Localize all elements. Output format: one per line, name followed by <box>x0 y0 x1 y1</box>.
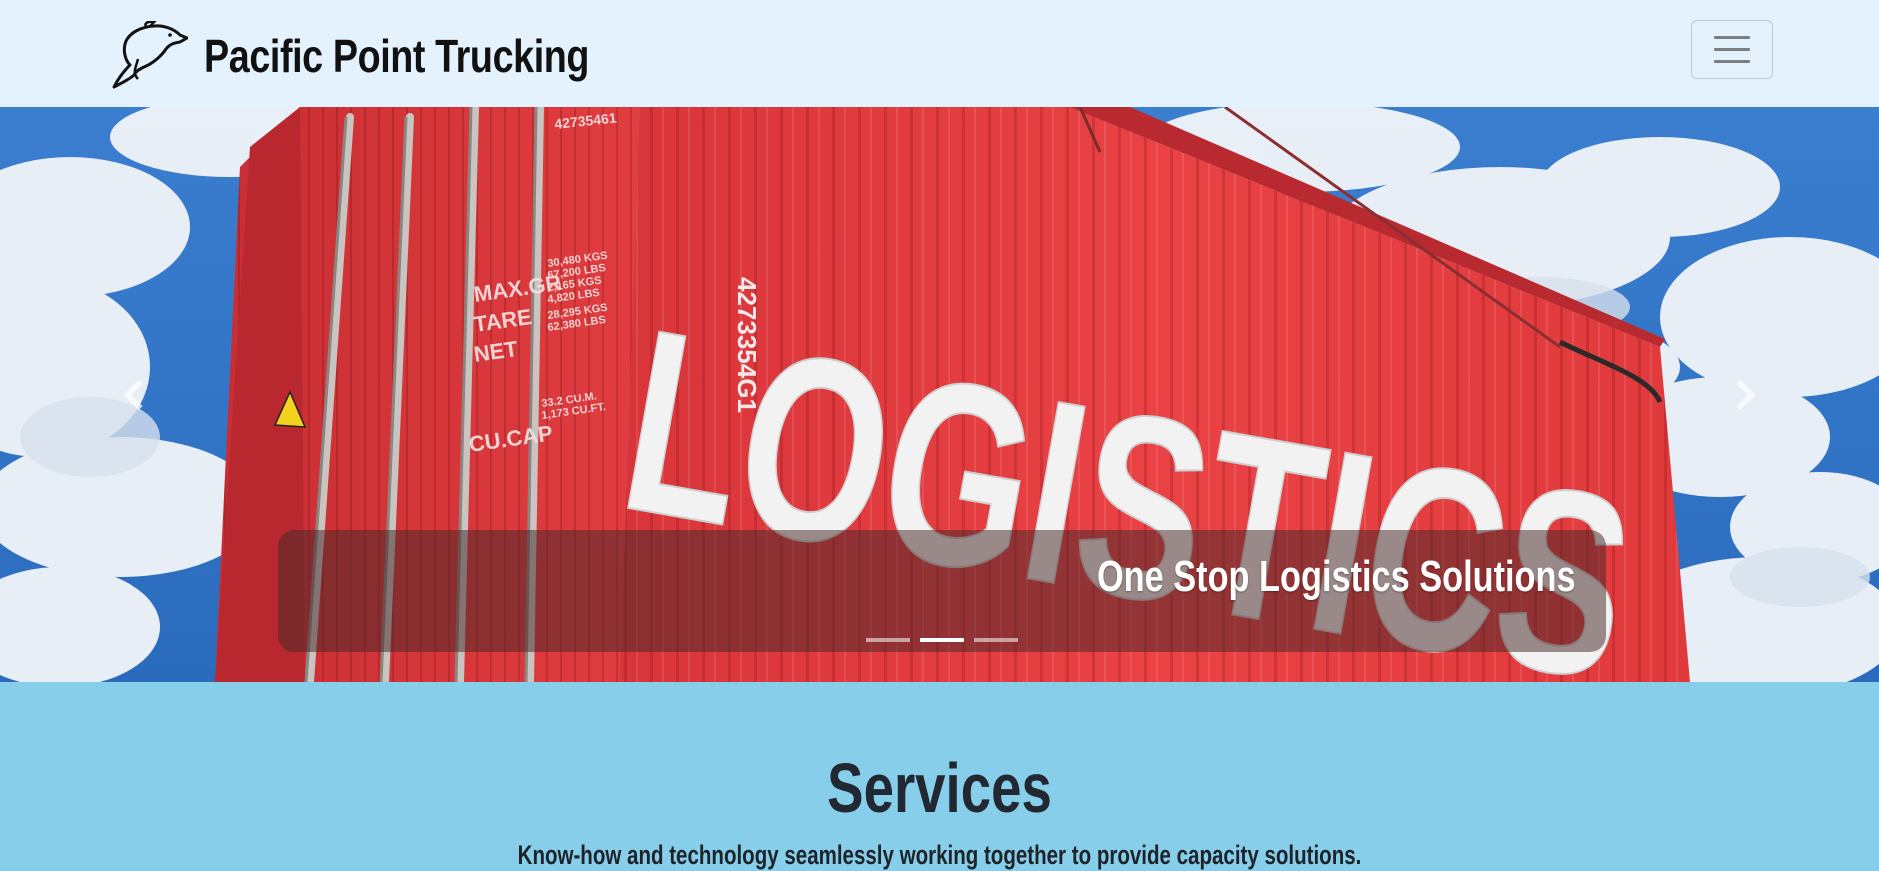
carousel-indicators <box>866 638 1018 642</box>
carousel-next-button[interactable] <box>1609 107 1879 682</box>
brand-link[interactable]: Pacific Point Trucking <box>108 18 674 93</box>
hamburger-menu-icon <box>1714 36 1750 39</box>
services-title: Services <box>827 749 1052 827</box>
carousel-caption: One Stop Logistics Solutions <box>278 530 1606 652</box>
brand-name: Pacific Point Trucking <box>204 29 590 82</box>
hero-carousel: MAX.GR TARE NET CU.CAP 30,480 KGS 67,200… <box>0 107 1879 682</box>
dolphin-icon <box>112 20 188 88</box>
carousel-prev-button[interactable] <box>0 107 270 682</box>
carousel-caption-text: One Stop Logistics Solutions <box>1097 552 1576 601</box>
chevron-left-icon <box>123 379 143 410</box>
services-subtitle: Know-how and technology seamlessly worki… <box>517 840 1362 870</box>
services-section: Services Know-how and technology seamles… <box>0 682 1879 870</box>
carousel-indicator-2[interactable] <box>920 638 964 642</box>
navbar: Pacific Point Trucking <box>0 0 1879 107</box>
carousel-indicator-3[interactable] <box>974 638 1018 642</box>
chevron-right-icon <box>1736 379 1756 410</box>
carousel-indicator-1[interactable] <box>866 638 910 642</box>
navbar-toggler-button[interactable] <box>1691 20 1773 79</box>
